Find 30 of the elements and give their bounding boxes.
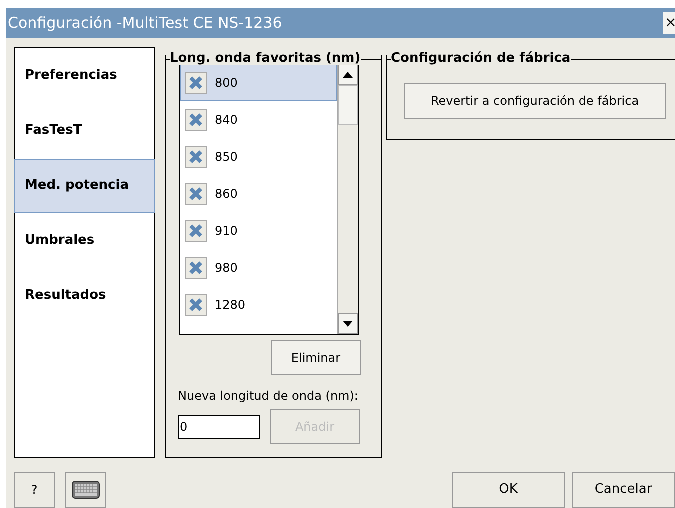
wavelength-row[interactable]: 850 [180, 138, 337, 175]
sidebar-item[interactable]: FasTesT [15, 104, 154, 158]
delete-button[interactable]: Eliminar [271, 340, 361, 375]
wavelength-value: 850 [215, 148, 238, 166]
wavelength-row[interactable]: 800 [180, 64, 337, 101]
wavelength-row[interactable]: 910 [180, 212, 337, 249]
group-title: Long. onda favoritas (nm) [170, 52, 361, 65]
field-label: Nueva longitud de onda (nm): [178, 388, 360, 405]
wavelength-value: 860 [215, 186, 238, 202]
revert-button[interactable]: Revertir a configuración de fábrica [404, 83, 666, 119]
sidebar-item[interactable]: Med. potencia [14, 159, 155, 213]
close-button[interactable]: × [663, 12, 675, 34]
wavelength-value: 980 [215, 260, 238, 276]
group-title: Configuración de fábrica [391, 52, 571, 65]
cancel-button[interactable]: Cancelar [572, 472, 675, 508]
wavelength-row[interactable]: 840 [180, 101, 337, 138]
wavelength-row[interactable]: 860 [180, 175, 337, 212]
wavelength-value: 1280 [215, 296, 246, 314]
sidebar-item[interactable]: Umbrales [15, 214, 154, 268]
sidebar-item[interactable]: Preferencias [15, 49, 154, 103]
wavelength-value: 910 [215, 222, 238, 240]
ok-button[interactable]: OK [452, 472, 565, 508]
wavelength-value: 840 [215, 112, 238, 128]
wavelength-input[interactable]: 0 [178, 414, 260, 438]
window-title: Configuración -MultiTest CE NS-1236 [7, 12, 282, 34]
wavelength-row[interactable]: 1280 [180, 286, 337, 323]
wavelength-row[interactable]: 980 [180, 249, 337, 286]
help-button[interactable]: ? [14, 472, 55, 508]
wavelength-value: 800 [215, 74, 238, 92]
sidebar-item[interactable]: Resultados [15, 269, 154, 323]
